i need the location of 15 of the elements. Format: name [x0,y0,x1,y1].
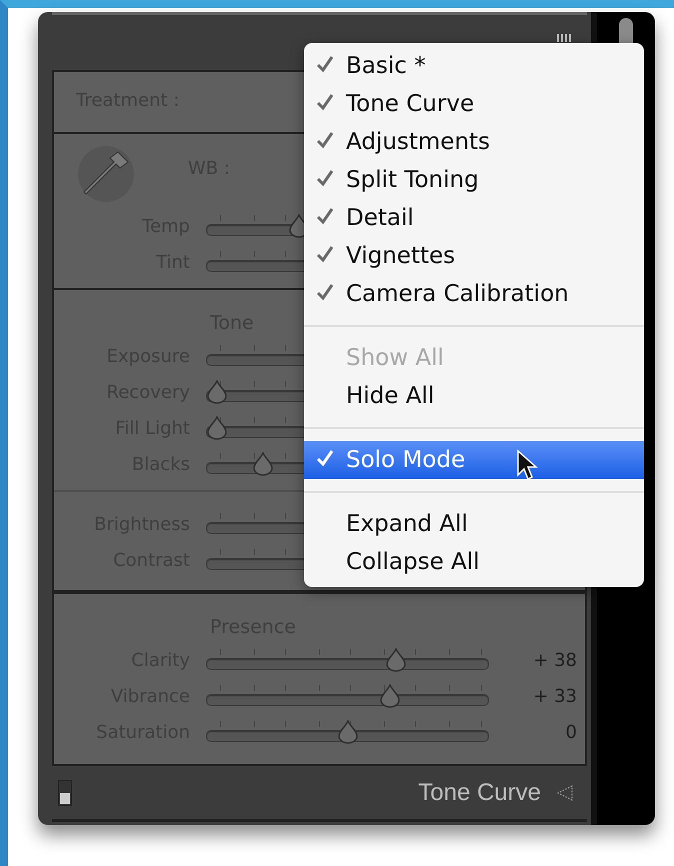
menu-item[interactable]: Collapse All [304,543,644,581]
slider-value: + 38 [533,650,577,670]
menu-item[interactable]: Vignettes [304,237,644,275]
menu-item[interactable]: Basic * [304,47,644,85]
menu-item[interactable]: Expand All [304,505,644,543]
menu-item[interactable]: Split Toning [304,161,644,199]
menu-item[interactable]: Solo Mode [304,441,644,479]
slider-value: 0 [566,722,577,742]
menu-item[interactable]: Tone Curve [304,85,644,123]
menu-item[interactable]: Hide All [304,377,644,415]
menu-item[interactable]: Detail [304,199,644,237]
menu-item[interactable]: Adjustments [304,123,644,161]
slider-value: + 33 [533,686,577,706]
menu-item[interactable]: Camera Calibration [304,275,644,313]
section-title[interactable]: Tone Curve [418,778,541,806]
